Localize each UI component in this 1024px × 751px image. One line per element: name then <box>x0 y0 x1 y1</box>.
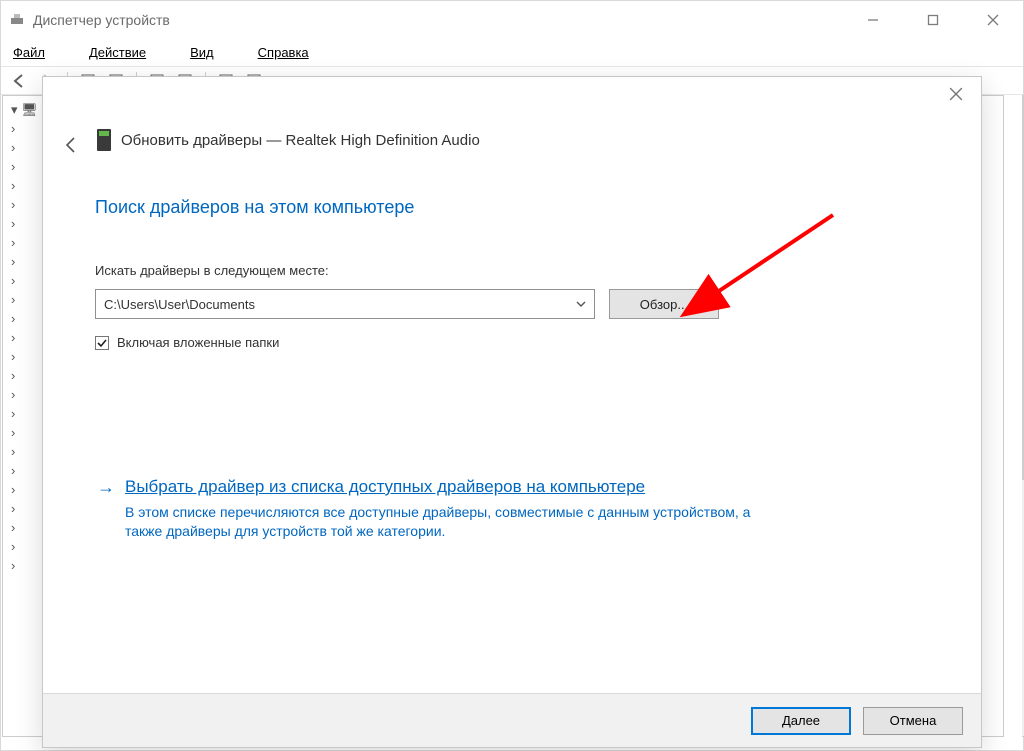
menu-bar: Файл Действие Вид Справка <box>1 39 1023 67</box>
arrow-right-icon: → <box>97 477 115 497</box>
option-title: Выбрать драйвер из списка доступных драй… <box>125 477 645 497</box>
cancel-button[interactable]: Отмена <box>863 707 963 735</box>
dialog-title: Обновить драйверы — Realtek High Definit… <box>121 132 480 149</box>
browse-button[interactable]: Обзор... <box>609 289 719 319</box>
path-combobox[interactable]: C:\Users\User\Documents <box>95 289 595 319</box>
dialog-headline: Обновить драйверы — Realtek High Definit… <box>97 129 480 151</box>
include-subfolders-label: Включая вложенные папки <box>117 335 279 350</box>
menu-file[interactable]: Файл <box>13 45 67 60</box>
device-icon <box>97 129 111 151</box>
maximize-button[interactable] <box>903 1 963 39</box>
dialog-close-button[interactable] <box>941 83 971 110</box>
menu-help[interactable]: Справка <box>258 45 331 60</box>
titlebar: Диспетчер устройств <box>1 1 1023 39</box>
pick-from-list-option[interactable]: → Выбрать драйвер из списка доступных др… <box>97 477 921 541</box>
menu-action[interactable]: Действие <box>89 45 168 60</box>
dialog-subtitle: Поиск драйверов на этом компьютере <box>95 197 414 218</box>
minimize-button[interactable] <box>843 1 903 39</box>
chevron-down-icon <box>576 297 586 312</box>
update-driver-dialog: Обновить драйверы — Realtek High Definit… <box>42 76 982 748</box>
back-icon[interactable] <box>7 69 31 93</box>
search-location-label: Искать драйверы в следующем месте: <box>95 263 329 278</box>
option-description: В этом списке перечисляются все доступны… <box>125 503 765 541</box>
path-value: C:\Users\User\Documents <box>104 297 255 312</box>
back-button[interactable] <box>61 135 81 158</box>
app-icon <box>9 12 25 28</box>
dialog-footer: Далее Отмена <box>43 693 981 747</box>
window-title: Диспетчер устройств <box>33 12 843 28</box>
next-button[interactable]: Далее <box>751 707 851 735</box>
include-subfolders-checkbox[interactable] <box>95 336 109 350</box>
menu-view[interactable]: Вид <box>190 45 236 60</box>
close-button[interactable] <box>963 1 1023 39</box>
